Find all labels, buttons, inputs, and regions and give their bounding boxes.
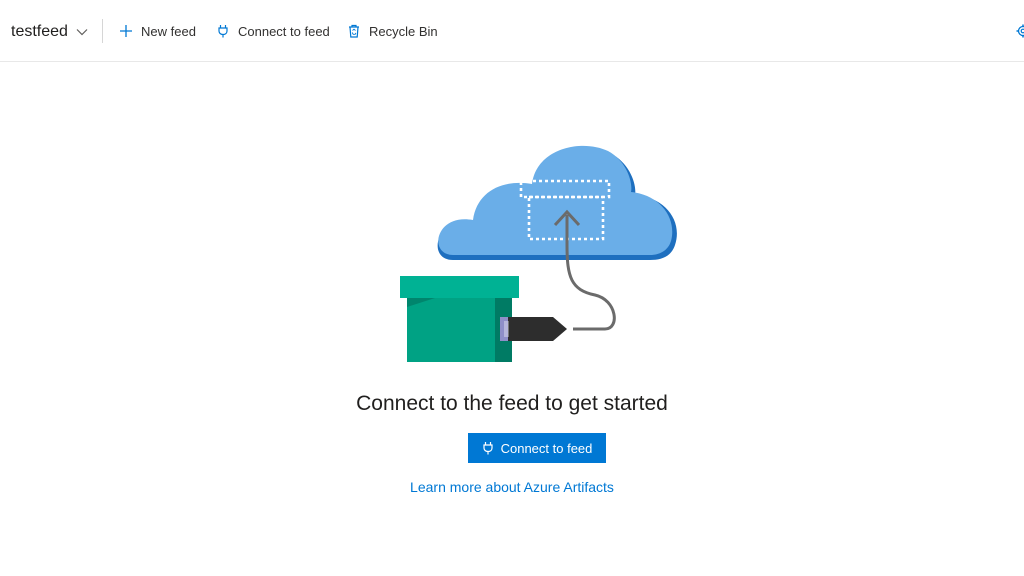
empty-state-title: Connect to the feed to get started [356, 392, 668, 415]
recycle-bin-button[interactable]: Recycle Bin [347, 21, 438, 41]
connect-to-feed-button-label: Connect to feed [500, 440, 593, 456]
new-feed-label: New feed [141, 23, 196, 39]
connector-plug [500, 317, 567, 341]
connect-to-feed-button[interactable]: Connect to feed [468, 433, 606, 463]
chevron-down-icon [76, 29, 88, 36]
learn-more-link[interactable]: Learn more about Azure Artifacts [410, 479, 614, 495]
toolbar: testfeed New feed Connect to feed Recycl… [0, 0, 1024, 62]
plus-icon [120, 25, 132, 37]
plug-icon [482, 442, 493, 455]
feed-name: testfeed [11, 23, 68, 40]
recycle-bin-label: Recycle Bin [369, 23, 438, 39]
feed-selector[interactable]: testfeed [11, 20, 88, 44]
plug-icon [218, 25, 228, 38]
toolbar-divider [102, 19, 103, 43]
new-feed-button[interactable]: New feed [119, 21, 196, 41]
learn-more-row: Learn more about Azure Artifacts [0, 479, 1024, 495]
connect-to-feed-toolbar-button[interactable]: Connect to feed [216, 21, 330, 41]
connect-to-feed-label: Connect to feed [238, 23, 330, 39]
empty-state-illustration [400, 145, 677, 362]
recycle-bin-icon [349, 24, 359, 38]
gear-icon[interactable] [1016, 24, 1024, 38]
cloud-illustration [437, 145, 677, 260]
